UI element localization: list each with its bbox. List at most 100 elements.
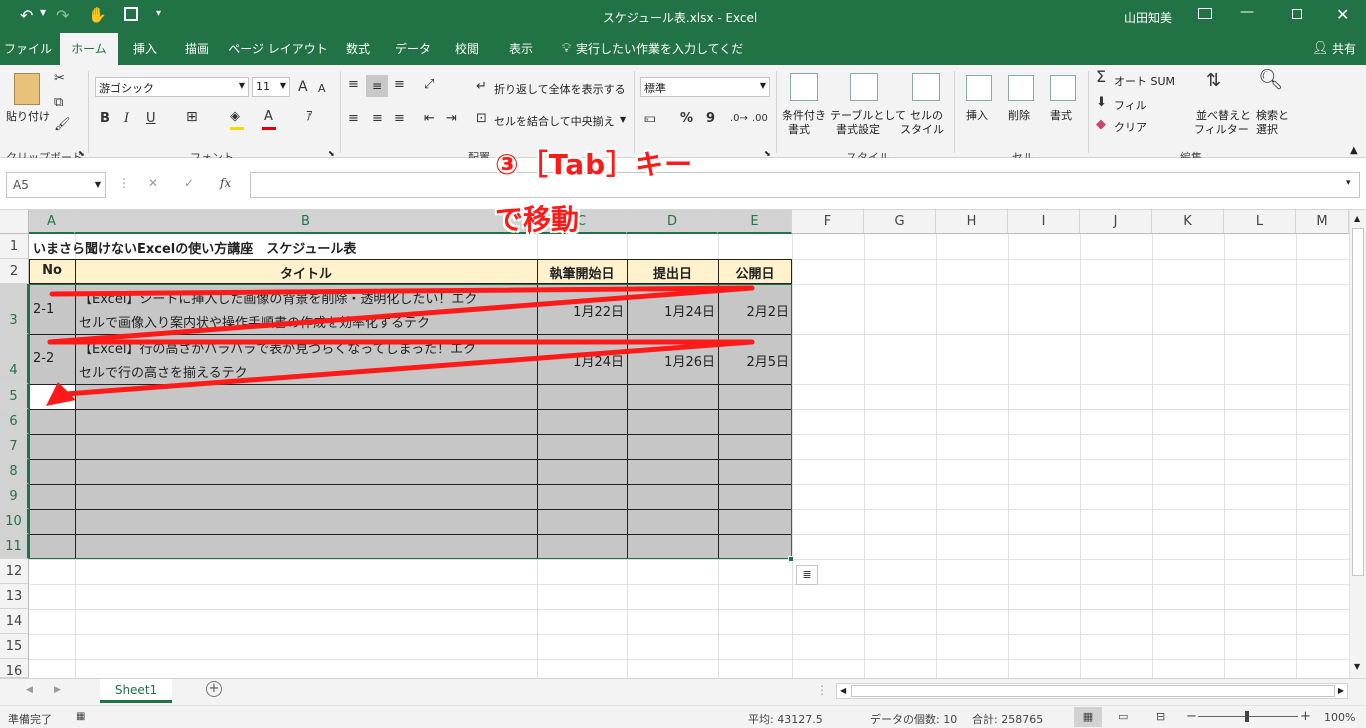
fill-color-icon[interactable]: ◈ (230, 109, 240, 125)
format-as-table-label-2[interactable]: 書式設定 (836, 121, 880, 137)
wrap-text-button[interactable]: 折り返して全体を表示する (494, 81, 626, 97)
user-name[interactable]: 山田知美 (1124, 9, 1172, 26)
more-dots-icon[interactable]: ⋮ (816, 683, 828, 697)
enter-icon[interactable]: ✓ (184, 176, 194, 190)
zoom-slider-thumb[interactable] (1245, 711, 1249, 722)
accounting-format-icon[interactable]: 💴︎ (644, 111, 656, 127)
zoom-level[interactable]: 100% (1324, 711, 1355, 724)
share-button[interactable]: 共有 (1326, 33, 1362, 65)
tab-page-layout[interactable]: ページ レイアウト (228, 33, 328, 65)
underline-button[interactable]: U (146, 111, 156, 127)
tab-review[interactable]: 校閲 (444, 33, 490, 65)
status-sum[interactable]: 合計: 258765 (972, 711, 1043, 727)
formula-input[interactable] (250, 172, 1360, 198)
fill-button[interactable]: フィル (1114, 97, 1147, 113)
next-sheet-icon[interactable]: ▶ (54, 685, 61, 695)
delete-cells-button[interactable]: 削除 (1008, 107, 1030, 123)
name-box[interactable]: A5 ▼ (6, 172, 106, 198)
row-header-10[interactable]: 10 (0, 509, 29, 534)
format-cells-button[interactable]: 書式 (1050, 107, 1072, 123)
bold-button[interactable]: B (100, 111, 110, 127)
col-header-J[interactable]: J (1080, 210, 1152, 234)
cell-styles-label-2[interactable]: スタイル (900, 121, 944, 137)
worksheet-grid[interactable]: A B C D E F G H I J K L M 1 2 3 4 5 6 7 … (0, 210, 1366, 679)
chevron-down-icon[interactable]: ▼ (95, 180, 101, 189)
close-button[interactable]: ✕ (1336, 5, 1349, 24)
percent-style-button[interactable]: % (680, 111, 693, 127)
tab-view[interactable]: 表示 (498, 33, 544, 65)
page-layout-view-icon[interactable]: ▭ (1118, 710, 1128, 723)
sheet-tab-sheet1[interactable]: Sheet1 (100, 679, 172, 703)
tab-file[interactable]: ファイル (0, 33, 56, 65)
quick-analysis-icon[interactable]: ≣ (796, 565, 818, 585)
font-size-box[interactable]: 11 ▼ (252, 77, 290, 97)
zoom-in-icon[interactable]: + (1300, 709, 1311, 724)
collapse-ribbon-icon[interactable]: ▲ (1350, 145, 1358, 156)
col-header-L[interactable]: L (1224, 210, 1296, 234)
number-format-box[interactable]: 標準 ▼ (640, 77, 770, 97)
align-right-icon[interactable]: ≡ (394, 111, 405, 127)
sigma-icon[interactable]: Σ (1096, 69, 1106, 85)
insert-cells-icon[interactable] (966, 75, 992, 101)
restore-button[interactable] (1292, 9, 1302, 19)
clear-icon[interactable]: ◆ (1096, 117, 1106, 133)
ribbon-display-icon[interactable] (1198, 8, 1212, 19)
cell-styles-icon[interactable] (912, 73, 940, 101)
decrease-indent-icon[interactable]: ⇤ (424, 111, 435, 127)
add-sheet-icon[interactable]: + (206, 681, 222, 697)
cut-icon[interactable]: ✂ (54, 71, 65, 87)
align-top-icon[interactable]: ≡ (348, 77, 359, 93)
conditional-formatting-label-2[interactable]: 書式 (788, 121, 810, 137)
align-left-icon[interactable]: ≡ (348, 111, 359, 127)
number-launcher-icon[interactable]: ⬊ (764, 149, 771, 158)
col-header-K[interactable]: K (1152, 210, 1224, 234)
align-bottom-icon[interactable]: ≡ (394, 77, 405, 93)
italic-button[interactable]: I (124, 111, 129, 127)
save-icon[interactable] (124, 7, 138, 21)
align-middle-icon[interactable]: ≡ (366, 75, 388, 97)
row-header-16[interactable]: 16 (0, 659, 29, 679)
vertical-scrollbar[interactable]: ▲ ▼ (1349, 210, 1366, 678)
orientation-icon[interactable]: ⤢ (424, 77, 434, 93)
insert-function-button[interactable]: fx (220, 176, 231, 190)
phonetic-icon[interactable]: ｱ (306, 109, 313, 125)
sort-filter-label-2[interactable]: フィルター (1194, 121, 1249, 137)
delete-cells-icon[interactable] (1008, 75, 1034, 101)
find-select-icon[interactable]: 🔍︎ (1258, 69, 1283, 89)
chevron-down-icon[interactable]: ▼ (760, 81, 766, 90)
horizontal-scrollbar[interactable]: ◀ ▶ (836, 683, 1348, 699)
scroll-down-icon[interactable]: ▼ (1354, 662, 1360, 671)
scrollbar-thumb[interactable] (851, 685, 1335, 697)
expand-formula-icon[interactable]: ▾ (1346, 178, 1351, 188)
row-header-12[interactable]: 12 (0, 559, 29, 584)
customize-qat-icon[interactable]: ▾ (156, 8, 161, 19)
chevron-down-icon[interactable]: ▼ (620, 115, 626, 124)
font-name-box[interactable]: 游ゴシック ▼ (95, 77, 249, 97)
borders-icon[interactable]: ⊞ (186, 109, 198, 125)
comma-style-button[interactable]: 9 (706, 111, 715, 127)
undo-dropdown-icon[interactable]: ▼ (40, 8, 46, 17)
scrollbar-thumb[interactable] (1352, 228, 1364, 576)
col-header-G[interactable]: G (864, 210, 936, 234)
tab-home[interactable]: ホーム (60, 33, 118, 65)
status-average[interactable]: 平均: 43127.5 (748, 711, 823, 727)
tab-insert[interactable]: 挿入 (122, 33, 168, 65)
insert-cells-button[interactable]: 挿入 (966, 107, 988, 123)
clear-button[interactable]: クリア (1114, 119, 1147, 135)
increase-indent-icon[interactable]: ⇥ (446, 111, 457, 127)
row-header-13[interactable]: 13 (0, 584, 29, 609)
merge-center-button[interactable]: セルを結合して中央揃え (494, 113, 615, 129)
find-select-label-2[interactable]: 選択 (1256, 121, 1278, 137)
normal-view-icon[interactable]: ▦ (1074, 707, 1102, 727)
col-header-I[interactable]: I (1008, 210, 1080, 234)
shrink-font-button[interactable]: A (318, 81, 326, 97)
conditional-formatting-icon[interactable] (790, 73, 818, 101)
decrease-decimal-icon[interactable]: .00 (752, 111, 768, 127)
font-launcher-icon[interactable]: ⬊ (328, 149, 335, 158)
row-header-7[interactable]: 7 (0, 434, 29, 459)
col-header-F[interactable]: F (792, 210, 864, 234)
format-cells-icon[interactable] (1050, 75, 1076, 101)
fill-icon[interactable]: ⬇ (1096, 95, 1107, 111)
zoom-out-icon[interactable]: − (1186, 709, 1197, 724)
tell-me-box[interactable]: 実行したい作業を入力してください (576, 33, 746, 88)
